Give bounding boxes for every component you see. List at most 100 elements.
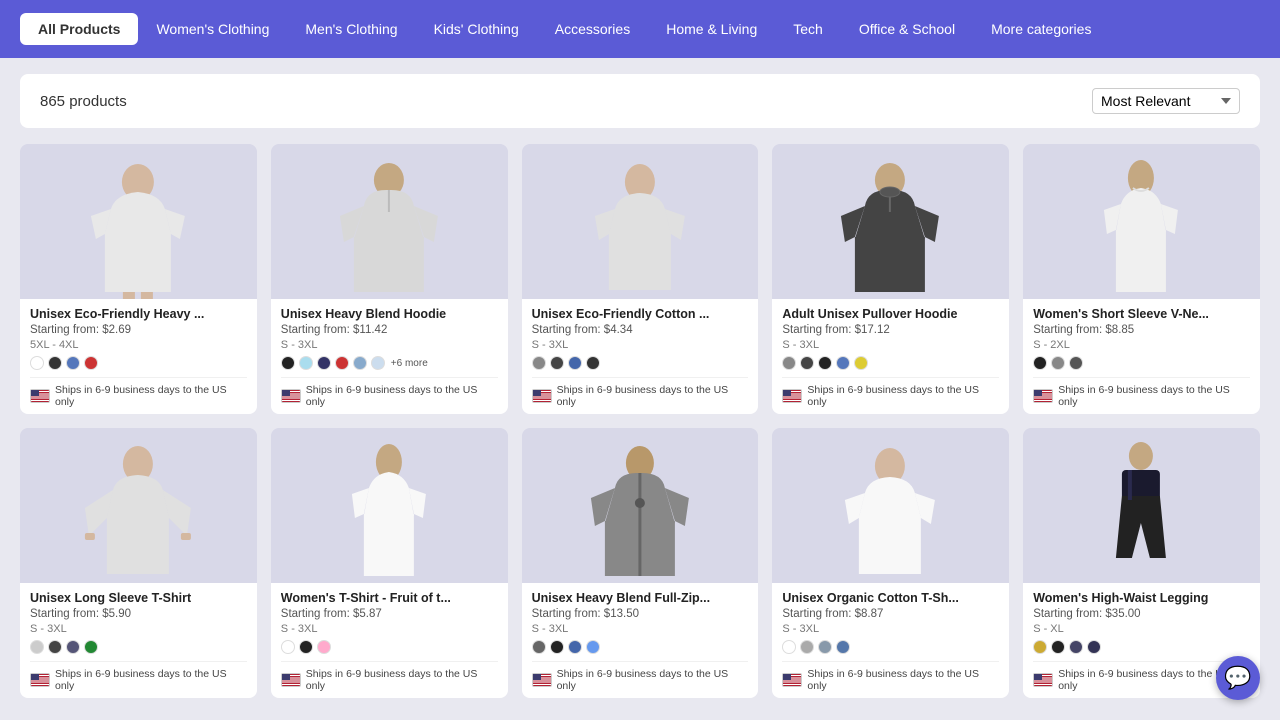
color-swatch[interactable] — [568, 356, 582, 370]
color-swatch[interactable] — [317, 356, 331, 370]
product-card[interactable]: Unisex Heavy Blend Hoodie Starting from:… — [271, 144, 508, 414]
product-name: Unisex Heavy Blend Hoodie — [281, 307, 498, 321]
color-swatch[interactable] — [1033, 356, 1047, 370]
color-swatch[interactable] — [836, 356, 850, 370]
color-swatch[interactable] — [818, 640, 832, 654]
product-price: Starting from: $2.69 — [30, 324, 247, 336]
color-swatch[interactable] — [281, 640, 295, 654]
color-swatch[interactable] — [854, 356, 868, 370]
color-swatch[interactable] — [1033, 640, 1047, 654]
tab-accessories[interactable]: Accessories — [537, 13, 648, 45]
color-swatch[interactable] — [299, 640, 313, 654]
color-swatch[interactable] — [335, 356, 349, 370]
shipping-info: Ships in 6-9 business days to the US onl… — [782, 661, 999, 692]
tab-office-school[interactable]: Office & School — [841, 13, 973, 45]
product-name: Unisex Eco-Friendly Heavy ... — [30, 307, 247, 321]
color-swatch[interactable] — [1069, 640, 1083, 654]
tab-womens-clothing[interactable]: Women's Clothing — [138, 13, 287, 45]
us-flag-icon — [30, 673, 50, 687]
us-flag-icon — [281, 673, 301, 687]
color-swatch[interactable] — [532, 640, 546, 654]
color-swatch[interactable] — [782, 640, 796, 654]
color-swatches — [281, 640, 498, 654]
color-swatch[interactable] — [818, 356, 832, 370]
product-card[interactable]: Women's High-Waist Legging Starting from… — [1023, 428, 1260, 698]
color-swatch[interactable] — [550, 640, 564, 654]
color-swatch[interactable] — [550, 356, 564, 370]
color-swatch[interactable] — [800, 356, 814, 370]
color-swatches: +6 more — [281, 356, 498, 370]
color-swatch[interactable] — [48, 640, 62, 654]
product-info: Adult Unisex Pullover Hoodie Starting fr… — [772, 299, 1009, 414]
sort-control[interactable]: Most Relevant Newest Price: Low to High … — [1092, 88, 1240, 114]
product-image — [522, 428, 759, 583]
product-card[interactable]: Unisex Organic Cotton T-Sh... Starting f… — [772, 428, 1009, 698]
product-info: Women's Short Sleeve V-Ne... Starting fr… — [1023, 299, 1260, 414]
product-sizes: S - 3XL — [782, 623, 999, 635]
color-swatch[interactable] — [1051, 640, 1065, 654]
us-flag-icon — [1033, 673, 1053, 687]
tab-tech[interactable]: Tech — [775, 13, 841, 45]
shipping-text: Ships in 6-9 business days to the US onl… — [306, 668, 498, 692]
tab-kids-clothing[interactable]: Kids' Clothing — [416, 13, 537, 45]
product-card[interactable]: Unisex Heavy Blend Full-Zip... Starting … — [522, 428, 759, 698]
color-swatch[interactable] — [281, 356, 295, 370]
color-swatch[interactable] — [1051, 356, 1065, 370]
product-card[interactable]: Adult Unisex Pullover Hoodie Starting fr… — [772, 144, 1009, 414]
product-price: Starting from: $5.87 — [281, 608, 498, 620]
color-swatch[interactable] — [1087, 640, 1101, 654]
color-swatch[interactable] — [66, 640, 80, 654]
shipping-text: Ships in 6-9 business days to the US onl… — [306, 384, 498, 408]
color-swatch[interactable] — [66, 356, 80, 370]
color-swatch[interactable] — [586, 640, 600, 654]
us-flag-icon — [281, 389, 301, 403]
color-swatch[interactable] — [800, 640, 814, 654]
shipping-info: Ships in 6-9 business days to the US onl… — [782, 377, 999, 408]
us-flag-icon — [532, 389, 552, 403]
product-name: Women's T-Shirt - Fruit of t... — [281, 591, 498, 605]
product-image — [522, 144, 759, 299]
tab-mens-clothing[interactable]: Men's Clothing — [287, 13, 415, 45]
product-price: Starting from: $35.00 — [1033, 608, 1250, 620]
product-price: Starting from: $8.87 — [782, 608, 999, 620]
color-swatches — [30, 356, 247, 370]
color-swatch[interactable] — [299, 356, 313, 370]
color-swatch[interactable] — [568, 640, 582, 654]
color-swatch[interactable] — [84, 640, 98, 654]
color-swatch[interactable] — [30, 640, 44, 654]
main-content: 865 products Most Relevant Newest Price:… — [0, 58, 1280, 714]
color-swatch[interactable] — [586, 356, 600, 370]
product-name: Adult Unisex Pullover Hoodie — [782, 307, 999, 321]
color-swatch[interactable] — [836, 640, 850, 654]
tab-more-categories[interactable]: More categories — [973, 13, 1109, 45]
product-card[interactable]: Unisex Long Sleeve T-Shirt Starting from… — [20, 428, 257, 698]
us-flag-icon — [30, 389, 50, 403]
product-image — [772, 428, 1009, 583]
product-sizes: S - 3XL — [281, 623, 498, 635]
shipping-text: Ships in 6-9 business days to the US onl… — [557, 384, 749, 408]
product-card[interactable]: Women's T-Shirt - Fruit of t... Starting… — [271, 428, 508, 698]
color-swatch[interactable] — [353, 356, 367, 370]
color-swatch[interactable] — [371, 356, 385, 370]
color-swatch[interactable] — [532, 356, 546, 370]
product-card[interactable]: Unisex Eco-Friendly Heavy ... Starting f… — [20, 144, 257, 414]
product-info: Unisex Organic Cotton T-Sh... Starting f… — [772, 583, 1009, 698]
product-card[interactable]: Women's Short Sleeve V-Ne... Starting fr… — [1023, 144, 1260, 414]
color-swatches — [1033, 356, 1250, 370]
tab-all-products[interactable]: All Products — [20, 13, 138, 45]
product-name: Women's Short Sleeve V-Ne... — [1033, 307, 1250, 321]
color-swatch[interactable] — [1069, 356, 1083, 370]
color-swatch[interactable] — [84, 356, 98, 370]
color-swatch[interactable] — [317, 640, 331, 654]
product-sizes: S - 3XL — [532, 339, 749, 351]
color-swatch[interactable] — [30, 356, 44, 370]
color-swatch[interactable] — [48, 356, 62, 370]
product-info: Unisex Heavy Blend Full-Zip... Starting … — [522, 583, 759, 698]
fab-button[interactable]: 💬 — [1216, 656, 1260, 700]
shipping-info: Ships in 6-9 business days to the US onl… — [532, 377, 749, 408]
sort-dropdown[interactable]: Most Relevant Newest Price: Low to High … — [1092, 88, 1240, 114]
product-card[interactable]: Unisex Eco-Friendly Cotton ... Starting … — [522, 144, 759, 414]
tab-home-living[interactable]: Home & Living — [648, 13, 775, 45]
color-swatch[interactable] — [782, 356, 796, 370]
color-swatches — [1033, 640, 1250, 654]
